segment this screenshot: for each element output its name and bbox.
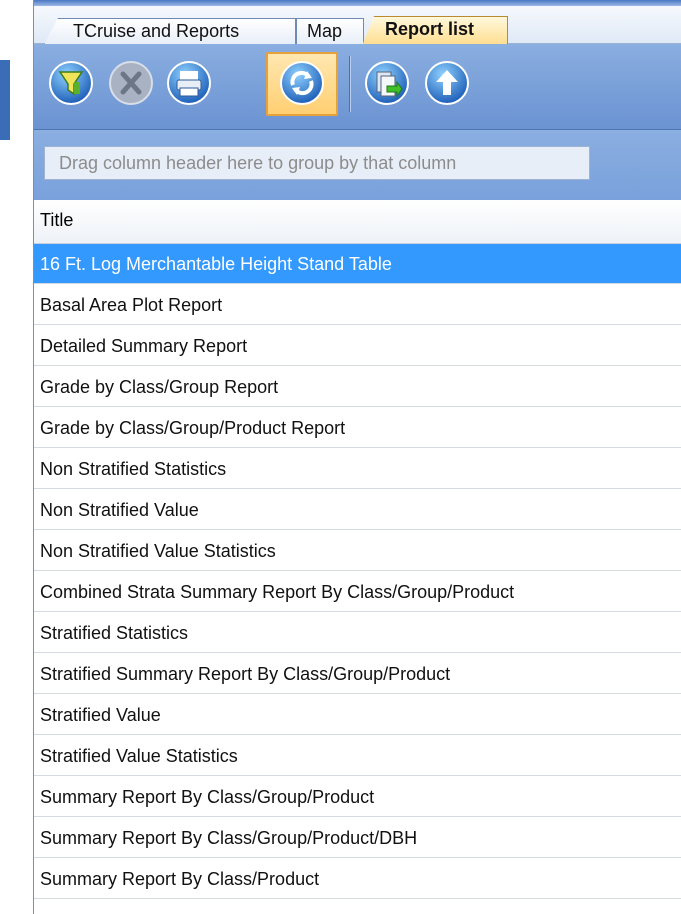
tab-strip: TCruise and Reports Map Report list: [34, 6, 681, 46]
table-row[interactable]: Summary Report By Class/Product: [34, 859, 681, 899]
report-list-grid: 16 Ft. Log Merchantable Height Stand Tab…: [34, 244, 681, 914]
tab-tcruise-and-reports[interactable]: TCruise and Reports: [44, 18, 296, 45]
table-row[interactable]: Combined Strata Summary Report By Class/…: [34, 572, 681, 612]
table-row[interactable]: Non Stratified Statistics: [34, 449, 681, 489]
table-row[interactable]: Grade by Class/Group/Product Report: [34, 408, 681, 448]
export-button[interactable]: [364, 60, 410, 106]
table-row[interactable]: Stratified Summary Report By Class/Group…: [34, 654, 681, 694]
table-row[interactable]: Summary Report By Class/Group/Product/DB…: [34, 818, 681, 858]
up-arrow-icon: [425, 61, 469, 105]
table-row[interactable]: Stratified Value: [34, 695, 681, 735]
group-by-hint: Drag column header here to group by that…: [44, 146, 590, 180]
left-panel-edge: [0, 0, 34, 914]
table-row[interactable]: Basal Area Plot Report: [34, 285, 681, 325]
clear-filter-icon: [109, 61, 153, 105]
toolbar-separator: [349, 56, 351, 112]
filter-icon: [49, 61, 93, 105]
tab-map[interactable]: Map: [296, 18, 364, 45]
refresh-button[interactable]: [279, 60, 325, 106]
table-row[interactable]: Stratified Value Statistics: [34, 736, 681, 776]
tab-report-list[interactable]: Report list: [362, 16, 508, 46]
refresh-icon: [280, 61, 324, 105]
table-row[interactable]: Stratified Statistics: [34, 613, 681, 653]
table-row[interactable]: Detailed Summary Report: [34, 326, 681, 366]
export-icon: [365, 61, 409, 105]
grid-header: Title: [34, 200, 681, 244]
table-row[interactable]: Non Stratified Value Statistics: [34, 531, 681, 571]
table-row[interactable]: Summary Report By Class/Group/Product: [34, 777, 681, 817]
left-panel-accent: [0, 60, 10, 140]
report-toolbar: [34, 44, 681, 130]
print-icon: [167, 61, 211, 105]
column-header-title[interactable]: Title: [40, 210, 73, 231]
table-row[interactable]: Non Stratified Value: [34, 490, 681, 530]
clear-filter-button[interactable]: [108, 60, 154, 106]
table-row[interactable]: Grade by Class/Group Report: [34, 367, 681, 407]
filter-button[interactable]: [48, 60, 94, 106]
print-button[interactable]: [166, 60, 212, 106]
group-by-panel[interactable]: Drag column header here to group by that…: [34, 130, 681, 200]
move-up-button[interactable]: [424, 60, 470, 106]
table-row[interactable]: 16 Ft. Log Merchantable Height Stand Tab…: [34, 244, 681, 284]
